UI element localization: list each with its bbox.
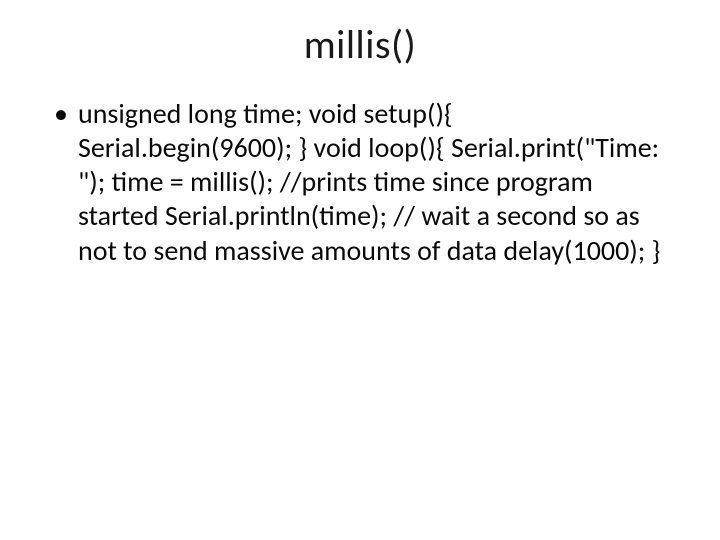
bullet-text: unsigned long time; void setup(){ Serial…	[78, 96, 660, 268]
slide: millis() unsigned long time; void setup(…	[0, 0, 720, 540]
slide-body: unsigned long time; void setup(){ Serial…	[50, 97, 670, 268]
bullet-list: unsigned long time; void setup(){ Serial…	[50, 97, 670, 268]
list-item: unsigned long time; void setup(){ Serial…	[50, 97, 670, 268]
slide-title: millis()	[50, 20, 670, 69]
